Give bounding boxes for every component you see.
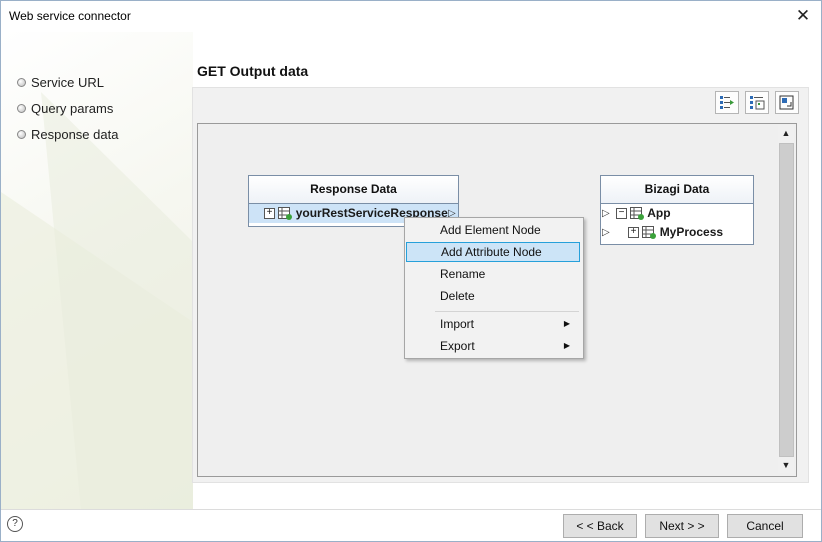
help-icon[interactable]: ?	[7, 516, 23, 532]
expand-icon[interactable]: +	[628, 227, 639, 239]
title-bar: Web service connector ✕	[1, 1, 821, 32]
map-nodes-icon	[720, 96, 734, 109]
scroll-up-icon[interactable]: ▲	[778, 125, 794, 141]
menu-item-add-element-node[interactable]: Add Element Node	[406, 220, 580, 240]
sidebar-item-service-url[interactable]: Service URL	[17, 75, 104, 90]
connector-arrow-icon[interactable]: ▷	[602, 204, 610, 223]
scroll-thumb[interactable]	[779, 143, 794, 457]
menu-item-delete[interactable]: Delete	[406, 286, 580, 306]
menu-item-add-attribute-node[interactable]: Add Attribute Node	[406, 242, 580, 262]
tree-node-label: App	[647, 206, 671, 220]
response-tree-header: Response Data	[249, 176, 458, 204]
context-menu: Add Element Node Add Attribute Node Rena…	[404, 217, 584, 359]
menu-item-rename[interactable]: Rename	[406, 264, 580, 284]
tree-node-app[interactable]: ▷ − App	[601, 204, 753, 223]
connector-arrow-icon[interactable]: ▷	[602, 223, 610, 242]
list-nodes-button[interactable]	[745, 91, 769, 114]
vertical-scrollbar[interactable]: ▲ ▼	[778, 125, 794, 473]
map-nodes-button[interactable]	[715, 91, 739, 114]
bizagi-tree-header: Bizagi Data	[601, 176, 753, 204]
cancel-button[interactable]: Cancel	[727, 514, 803, 538]
bizagi-data-tree: Bizagi Data ▷ − App ▷ + MyProcess	[600, 175, 754, 245]
next-button[interactable]: Next > >	[645, 514, 719, 538]
back-button[interactable]: < < Back	[563, 514, 637, 538]
sidebar-item-label: Response data	[31, 127, 119, 142]
layout-button[interactable]	[775, 91, 799, 114]
sidebar-item-query-params[interactable]: Query params	[17, 101, 113, 116]
dialog-window: Web service connector ✕ Service URL Quer…	[0, 0, 822, 542]
layout-icon	[779, 95, 794, 110]
scroll-down-icon[interactable]: ▼	[778, 457, 794, 473]
submenu-arrow-icon: ▶	[563, 319, 570, 328]
sidebar-item-response-data[interactable]: Response data	[17, 127, 118, 142]
submenu-arrow-icon: ▶	[563, 341, 570, 350]
sidebar-item-label: Service URL	[31, 75, 104, 90]
menu-item-export[interactable]: Export ▶	[406, 336, 580, 356]
tree-node-label: MyProcess	[659, 225, 724, 239]
bullet-icon	[17, 104, 26, 113]
menu-item-label: Export	[440, 339, 475, 353]
footer-divider	[1, 509, 821, 510]
list-nodes-icon	[750, 96, 765, 110]
sidebar-item-label: Query params	[31, 101, 114, 116]
table-icon	[642, 226, 657, 240]
menu-item-import[interactable]: Import ▶	[406, 314, 580, 334]
window-title: Web service connector	[9, 9, 131, 23]
expand-icon[interactable]: +	[264, 208, 275, 220]
table-icon	[630, 207, 645, 221]
bullet-icon	[17, 78, 26, 87]
bullet-icon	[17, 130, 26, 139]
close-button[interactable]: ✕	[791, 5, 815, 27]
menu-separator	[435, 311, 579, 312]
menu-item-label: Import	[440, 317, 475, 331]
page-title: GET Output data	[197, 63, 309, 79]
tree-node-myprocess[interactable]: ▷ + MyProcess	[601, 223, 753, 242]
table-icon	[278, 207, 293, 221]
collapse-icon[interactable]: −	[616, 208, 627, 220]
